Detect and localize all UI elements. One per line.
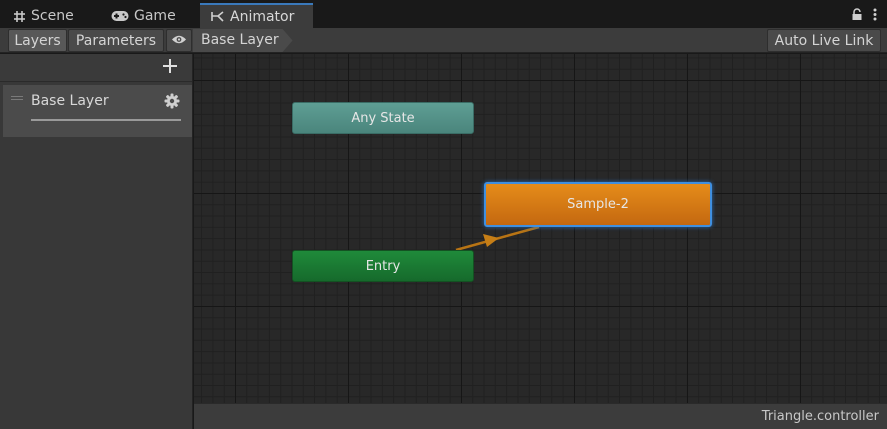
eye-toggle-button[interactable] [166,29,192,52]
tab-animator-label: Animator [230,8,295,25]
drag-handle-icon[interactable] [11,96,23,102]
kebab-menu-icon[interactable] [873,6,877,25]
lock-icon[interactable] [851,6,863,25]
state-machine-graph[interactable]: Any State Entry Sample-2 [194,54,887,403]
state-any-state[interactable]: Any State [292,102,474,134]
window-tab-bar: Scene Game Animator [0,0,887,28]
layer-settings-button[interactable] [164,93,180,113]
gamepad-icon [111,10,129,22]
layers-panel: Base Layer [0,54,193,429]
animator-icon [211,10,225,23]
animator-toolbar: Layers Parameters Base Layer Auto Live L… [0,28,887,53]
layer-item-base-layer[interactable]: Base Layer [3,85,192,137]
tab-scene-label: Scene [31,8,74,24]
state-entry[interactable]: Entry [292,250,474,282]
state-sample-2[interactable]: Sample-2 [484,182,712,227]
eye-icon [171,33,187,49]
layer-weight-bar [31,119,181,121]
add-layer-button[interactable] [159,57,181,79]
breadcrumb-item-base-layer[interactable]: Base Layer [193,29,293,52]
hash-icon [13,10,26,23]
parameters-tab-button[interactable]: Parameters [68,29,164,52]
gear-icon [164,93,180,113]
tab-game-label: Game [134,8,176,24]
breadcrumb: Base Layer [193,29,293,52]
tab-game[interactable]: Game [100,4,196,28]
status-bar: Triangle.controller [194,403,887,429]
window-controls [851,6,877,25]
layers-panel-header [0,54,192,82]
tab-scene[interactable]: Scene [2,4,94,28]
controller-filename: Triangle.controller [761,409,879,424]
plus-icon [162,58,178,78]
tab-animator[interactable]: Animator [200,3,313,28]
layers-tab-button[interactable]: Layers [8,29,67,52]
auto-live-link-button[interactable]: Auto Live Link [767,29,881,52]
layer-name: Base Layer [31,93,109,109]
